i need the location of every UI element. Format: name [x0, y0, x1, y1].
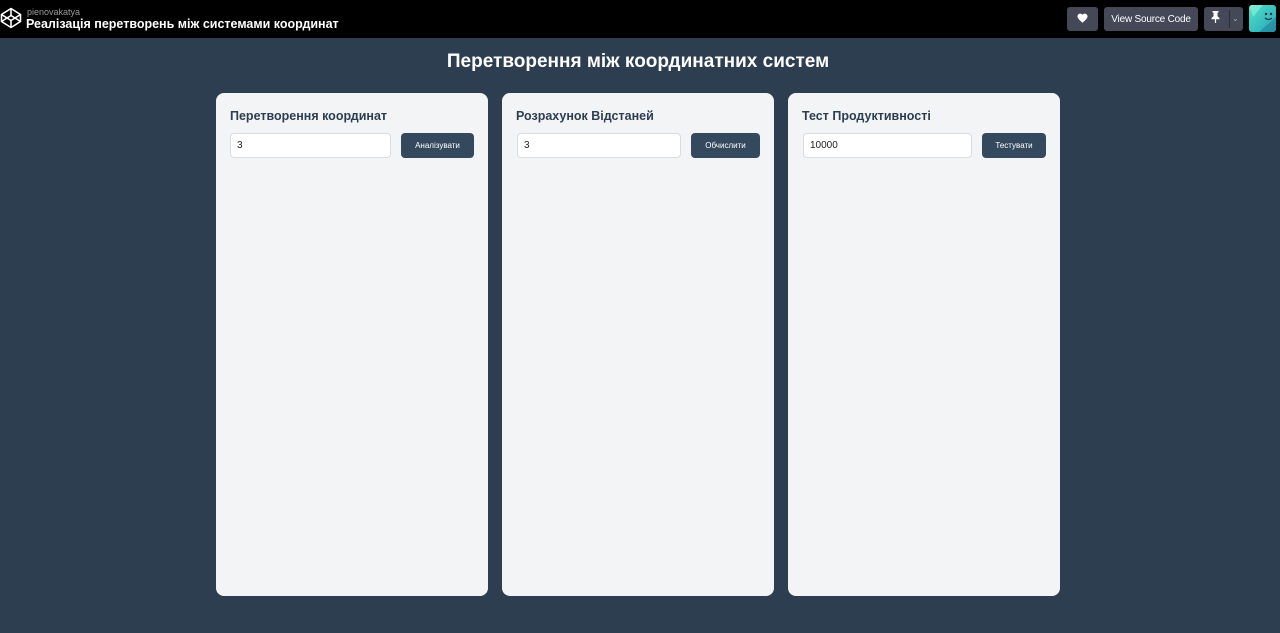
view-source-button[interactable]: View Source Code: [1104, 7, 1198, 31]
card-title: Перетворення координат: [230, 109, 388, 123]
pin-icon: [1211, 10, 1220, 28]
chevron-down-icon[interactable]: ⌄: [1232, 14, 1239, 23]
like-button[interactable]: [1067, 7, 1098, 31]
pin-divider: [1229, 10, 1230, 28]
analyze-button[interactable]: Аналізувати: [401, 133, 474, 158]
card-title: Розрахунок Відстаней: [516, 109, 654, 123]
card-title: Тест Продуктивності: [802, 109, 931, 123]
heart-icon: [1077, 10, 1088, 28]
calculate-button[interactable]: Обчислити: [691, 133, 760, 158]
distance-calculation-card: Розрахунок Відстаней Обчислити: [502, 93, 774, 596]
coordinate-input[interactable]: [230, 133, 391, 158]
author-name[interactable]: pienovakatya: [27, 7, 80, 17]
iterations-input[interactable]: [803, 133, 972, 158]
pin-button[interactable]: ⌄: [1204, 7, 1243, 31]
distance-input[interactable]: [517, 133, 681, 158]
codepen-logo-icon[interactable]: [0, 7, 22, 29]
coordinate-transform-card: Перетворення координат Аналізувати: [216, 93, 488, 596]
pen-title: Реалізація перетворень між системами коо…: [26, 17, 339, 31]
user-avatar[interactable]: [1249, 5, 1276, 32]
top-bar: pienovakatya Реалізація перетворень між …: [0, 0, 1280, 38]
test-button[interactable]: Тестувати: [982, 133, 1046, 158]
page-title: Перетворення між координатних систем: [446, 51, 830, 72]
performance-test-card: Тест Продуктивності Тестувати: [788, 93, 1060, 596]
